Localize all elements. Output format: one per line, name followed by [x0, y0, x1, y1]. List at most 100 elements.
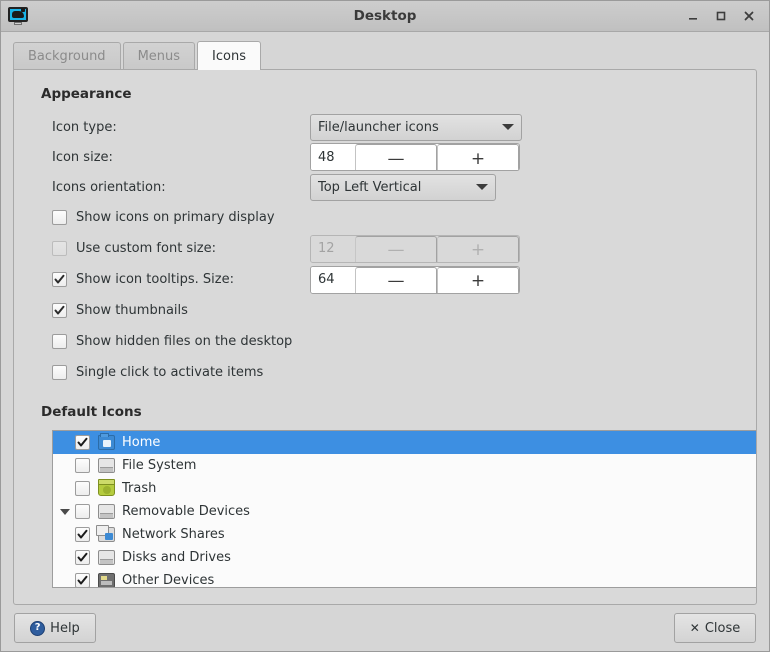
font-size-spinner: 12 — +	[310, 234, 520, 263]
icon-size-row: Icon size: 48 — +	[52, 142, 742, 172]
desktop-settings-window: Desktop Background Menus Icons Appearanc…	[0, 0, 770, 652]
row-checkbox-removable-devices[interactable]	[75, 504, 90, 519]
help-button-label: Help	[50, 620, 80, 636]
show-icon-tooltips-row[interactable]: Show icon tooltips. Size: 64 — +	[52, 264, 742, 295]
show-icon-tooltips-label: Show icon tooltips. Size:	[76, 272, 234, 287]
row-label-network-shares: Network Shares	[122, 527, 225, 542]
icon-size-spinner[interactable]: 48 — +	[310, 143, 520, 171]
show-thumbnails-checkbox[interactable]	[52, 303, 67, 318]
icons-orientation-combobox[interactable]: Top Left Vertical	[310, 173, 496, 201]
table-row[interactable]: Disks and Drives	[53, 546, 756, 569]
show-thumbnails-row[interactable]: Show thumbnails	[52, 295, 742, 326]
trash-icon	[98, 479, 115, 496]
display-icon	[7, 5, 29, 27]
row-checkbox-disks-and-drives[interactable]	[75, 550, 90, 565]
expander-placeholder	[57, 477, 73, 500]
icons-orientation-label: Icons orientation:	[52, 179, 166, 195]
show-hidden-files-row[interactable]: Show hidden files on the desktop	[52, 326, 742, 357]
icon-type-value: File/launcher icons	[318, 119, 439, 135]
close-button-label: Close	[704, 620, 741, 636]
expander-placeholder	[57, 431, 73, 454]
font-size-input: 12	[311, 235, 355, 262]
row-checkbox-other-devices[interactable]	[75, 573, 90, 587]
table-row[interactable]: Home	[53, 431, 756, 454]
table-row[interactable]: File System	[53, 454, 756, 477]
use-custom-font-size-checkbox[interactable]	[52, 241, 67, 256]
font-size-increment-button: +	[437, 235, 519, 262]
close-button[interactable]	[742, 9, 756, 23]
table-row[interactable]: Network Shares	[53, 523, 756, 546]
tooltip-size-input[interactable]: 64	[311, 266, 355, 293]
expander-toggle-removable-devices[interactable]	[57, 500, 73, 523]
show-icons-primary-display-label: Show icons on primary display	[76, 210, 275, 225]
dialog-action-bar: ? Help ✕ Close	[1, 605, 769, 651]
show-icons-primary-display-checkbox[interactable]	[52, 210, 67, 225]
tab-menus[interactable]: Menus	[122, 42, 196, 69]
close-dialog-button[interactable]: ✕ Close	[674, 613, 756, 643]
table-row[interactable]: Removable Devices	[53, 500, 756, 523]
row-label-home: Home	[122, 435, 161, 450]
window-controls	[686, 9, 769, 23]
single-click-activate-checkbox[interactable]	[52, 365, 67, 380]
use-custom-font-size-row[interactable]: Use custom font size: 12 — +	[52, 233, 742, 264]
table-row[interactable]: Trash	[53, 477, 756, 500]
chevron-down-icon	[476, 184, 488, 190]
single-click-activate-row[interactable]: Single click to activate items	[52, 357, 742, 388]
chevron-down-icon	[60, 508, 70, 515]
default-icons-tree[interactable]: Home File System Trash Removable Devices…	[52, 430, 756, 588]
title-bar: Desktop	[1, 1, 769, 32]
tab-icons[interactable]: Icons	[197, 41, 261, 70]
show-thumbnails-label: Show thumbnails	[76, 303, 188, 318]
help-button[interactable]: ? Help	[14, 613, 96, 643]
tab-background-label: Background	[28, 48, 106, 64]
tooltip-size-decrement-button[interactable]: —	[355, 266, 437, 293]
single-click-activate-label: Single click to activate items	[76, 365, 264, 380]
tab-bar: Background Menus Icons	[13, 41, 757, 70]
tab-background[interactable]: Background	[13, 42, 121, 69]
maximize-button[interactable]	[714, 9, 728, 23]
row-label-other-devices: Other Devices	[122, 573, 215, 588]
icon-size-increment-button[interactable]: +	[437, 144, 519, 170]
row-label-trash: Trash	[122, 481, 157, 496]
row-checkbox-network-shares[interactable]	[75, 527, 90, 542]
drive-icon	[98, 550, 115, 565]
icons-orientation-row: Icons orientation: Top Left Vertical	[52, 172, 742, 202]
icons-tab-panel: Appearance Icon type: File/launcher icon…	[13, 69, 757, 605]
tab-menus-label: Menus	[137, 48, 181, 64]
icon-size-decrement-button[interactable]: —	[355, 144, 437, 170]
tooltip-size-spinner[interactable]: 64 — +	[310, 265, 520, 294]
show-hidden-files-checkbox[interactable]	[52, 334, 67, 349]
tooltip-size-increment-button[interactable]: +	[437, 266, 519, 293]
icon-size-label: Icon size:	[52, 149, 113, 165]
default-icons-heading: Default Icons	[41, 404, 142, 420]
row-checkbox-trash[interactable]	[75, 481, 90, 496]
device-icon	[98, 573, 115, 587]
show-hidden-files-label: Show hidden files on the desktop	[76, 334, 293, 349]
row-label-file-system: File System	[122, 458, 197, 473]
row-label-disks-and-drives: Disks and Drives	[122, 550, 231, 565]
font-size-decrement-button: —	[355, 235, 437, 262]
use-custom-font-size-label: Use custom font size:	[76, 241, 217, 256]
drive-icon	[98, 458, 115, 473]
help-circle-icon: ?	[30, 620, 46, 636]
appearance-heading: Appearance	[41, 86, 132, 102]
network-icon	[96, 525, 115, 542]
icon-type-combobox[interactable]: File/launcher icons	[310, 113, 522, 141]
expander-placeholder	[57, 454, 73, 477]
row-checkbox-file-system[interactable]	[75, 458, 90, 473]
table-row[interactable]: Other Devices	[53, 569, 756, 588]
minimize-button[interactable]	[686, 9, 700, 23]
show-icon-tooltips-checkbox[interactable]	[52, 272, 67, 287]
row-label-removable-devices: Removable Devices	[122, 504, 250, 519]
tab-icons-label: Icons	[212, 48, 246, 64]
icon-size-input[interactable]: 48	[311, 144, 355, 170]
icon-type-row: Icon type: File/launcher icons	[52, 112, 742, 142]
close-x-icon: ✕	[689, 621, 700, 635]
show-icons-primary-display-row[interactable]: Show icons on primary display	[52, 202, 742, 233]
icon-type-label: Icon type:	[52, 119, 117, 135]
window-title: Desktop	[353, 8, 417, 24]
row-checkbox-home[interactable]	[75, 435, 90, 450]
drive-icon	[98, 504, 115, 519]
icons-orientation-value: Top Left Vertical	[318, 179, 422, 195]
chevron-down-icon	[502, 124, 514, 130]
